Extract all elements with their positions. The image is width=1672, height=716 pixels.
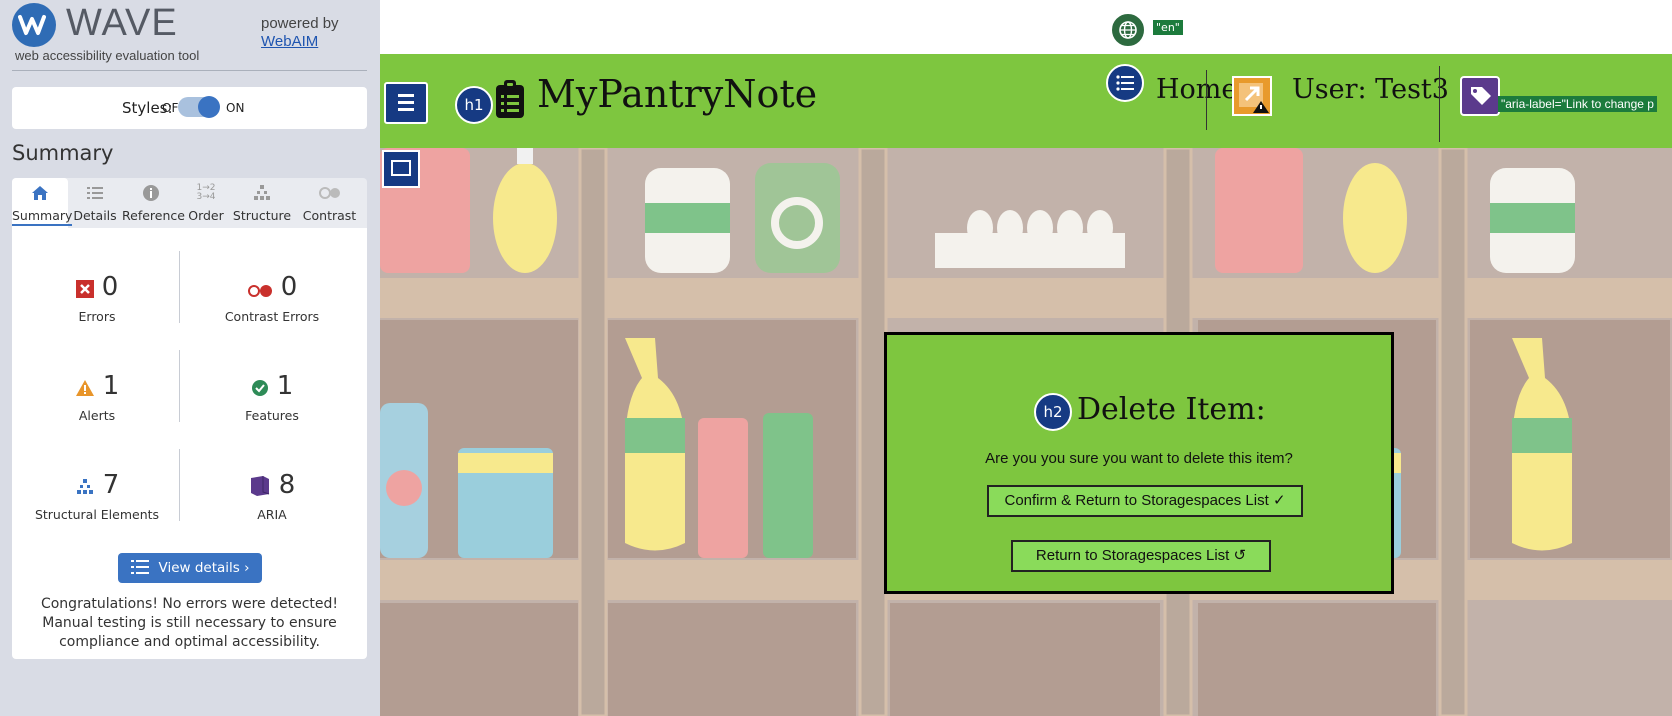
summary-heading: Summary xyxy=(12,141,114,165)
view-details-button[interactable]: View details › xyxy=(118,553,262,583)
divider xyxy=(179,350,180,422)
info-icon xyxy=(122,184,180,208)
webaim-link[interactable]: WebAIM xyxy=(261,33,339,50)
wave-sidebar: WAVE web accessibility evaluation tool p… xyxy=(0,0,380,716)
structure-icon xyxy=(232,184,292,208)
list-icon xyxy=(1106,64,1144,102)
styles-on-label: ON xyxy=(226,101,245,115)
styles-toggle[interactable] xyxy=(178,96,220,118)
powered-by: powered by WebAIM xyxy=(261,15,339,50)
alert-icon xyxy=(75,374,95,404)
feature-icon xyxy=(251,374,269,404)
confirm-return-button[interactable]: Confirm & Return to Storagespaces List ✓ xyxy=(987,485,1303,517)
error-icon xyxy=(75,275,94,305)
summary-panel: 0 Errors 0 Contrast Errors 1 Alerts 1 Fe… xyxy=(12,228,367,659)
region-landmark-icon xyxy=(382,150,420,188)
language-tag: "en" xyxy=(1153,20,1183,35)
divider xyxy=(179,449,180,521)
menu-icon[interactable] xyxy=(384,82,428,124)
dialog-title: Delete Item: xyxy=(1077,392,1266,427)
tab-structure[interactable]: Structure xyxy=(232,178,292,228)
stat-aria: 8 ARIA xyxy=(187,470,357,522)
divider xyxy=(12,70,367,71)
divider xyxy=(1206,70,1207,130)
navbar: h1 MyPantryNote Home User: Test3 "aria-l… xyxy=(380,54,1672,148)
top-strip: "en" xyxy=(380,0,1672,54)
brand-title[interactable]: MyPantryNote xyxy=(537,72,817,116)
divider xyxy=(179,251,180,323)
stat-structural: 7 Structural Elements xyxy=(34,470,160,522)
contrast-icon xyxy=(292,184,367,208)
h1-badge-icon: h1 xyxy=(455,86,493,124)
congrats-message: Congratulations! No errors were detected… xyxy=(40,596,339,650)
clipboard-icon xyxy=(496,80,524,122)
wave-logo-text: WAVE xyxy=(66,2,178,44)
divider xyxy=(1439,66,1440,142)
styles-toggle-box: Styles: OFF ON xyxy=(12,87,367,129)
structure-icon xyxy=(75,473,95,503)
wave-tagline: web accessibility evaluation tool xyxy=(15,48,200,63)
wave-logo-icon xyxy=(12,3,56,47)
stat-features: 1 Features xyxy=(245,371,299,423)
redundant-link-alert-icon xyxy=(1232,76,1272,116)
toggle-knob xyxy=(198,96,220,118)
nav-user-link[interactable]: User: Test3 xyxy=(1292,74,1449,105)
dialog-message: Are you you sure you want to delete this… xyxy=(985,450,1293,467)
nav-home-link[interactable]: Home xyxy=(1156,74,1237,105)
aria-label-tag-icon xyxy=(1460,76,1500,116)
stat-errors: 0 Errors xyxy=(12,272,182,324)
order-icon: 1→2 3→4 xyxy=(196,183,216,202)
delete-dialog: h2 Delete Item: Are you you sure you wan… xyxy=(884,332,1394,594)
home-icon xyxy=(12,184,68,208)
site-viewport: "en" h1 MyPantryNote Home User: Test3 "a… xyxy=(380,0,1672,716)
list-icon xyxy=(130,555,149,585)
stat-contrast-errors: 0 Contrast Errors xyxy=(224,272,320,324)
aria-icon xyxy=(249,473,271,503)
contrast-error-icon xyxy=(247,275,273,305)
wave-tabs: Summary Details Reference 1→2 3→4 Order S… xyxy=(12,178,367,228)
stat-alerts: 1 Alerts xyxy=(12,371,182,423)
return-button[interactable]: Return to Storagespaces List ↺ xyxy=(1011,540,1271,572)
tab-details[interactable]: Details xyxy=(68,178,122,228)
language-globe-icon xyxy=(1111,13,1145,47)
tab-order[interactable]: 1→2 3→4 Order xyxy=(180,178,232,228)
aria-label-text: "aria-label="Link to change p xyxy=(1498,96,1657,112)
tab-contrast[interactable]: Contrast xyxy=(292,178,367,228)
tab-reference[interactable]: Reference xyxy=(122,178,185,228)
powered-by-label: powered by xyxy=(261,15,339,32)
h2-badge-icon: h2 xyxy=(1034,393,1072,431)
tab-summary[interactable]: Summary xyxy=(12,178,73,228)
list-icon xyxy=(68,184,122,208)
